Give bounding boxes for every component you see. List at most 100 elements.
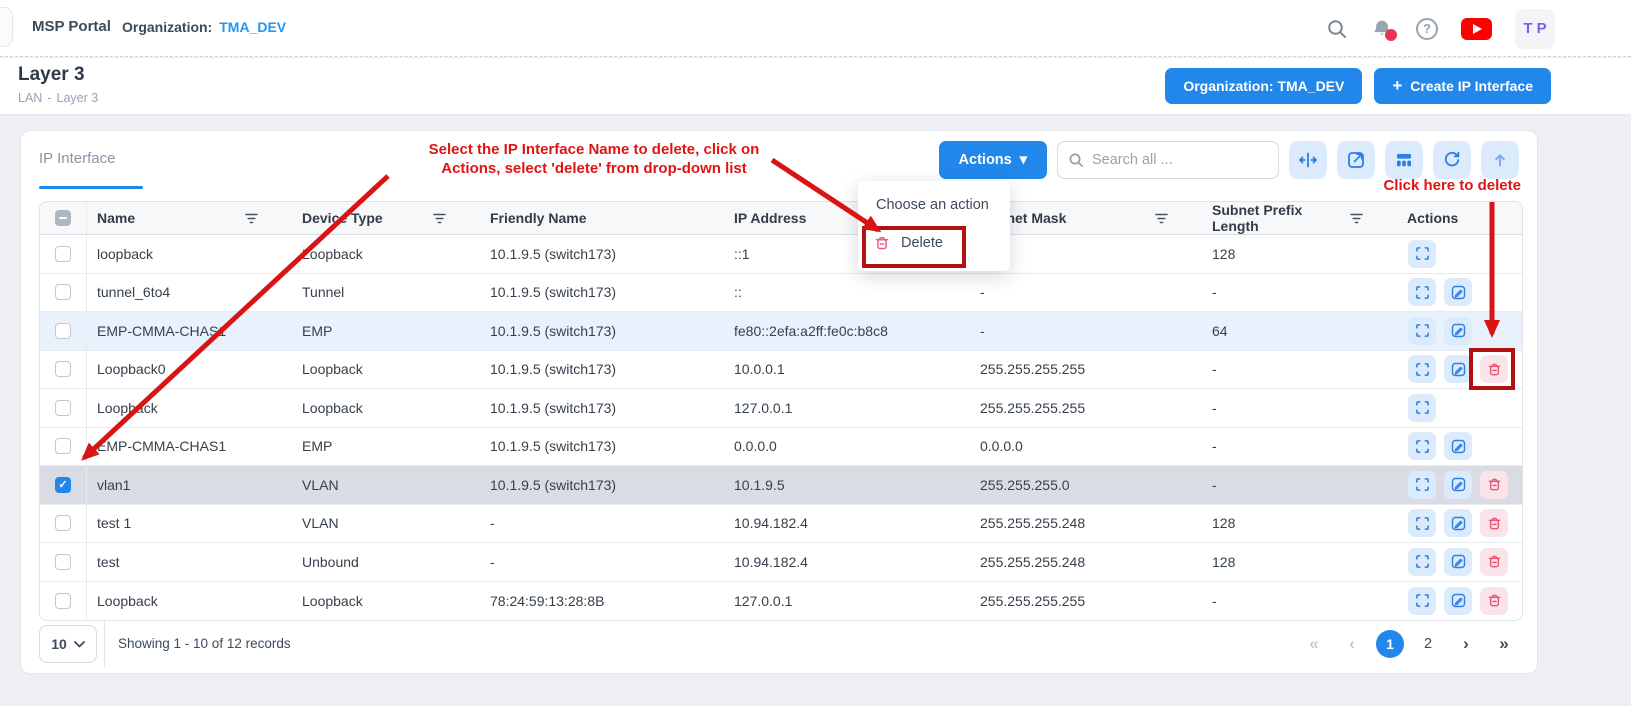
row-ip-address-cell: 10.94.182.4 [724,515,970,531]
table-body: loopback Loopback 10.1.9.5 (switch173) :… [40,235,1522,620]
delete-button[interactable] [1480,548,1508,576]
last-page-button[interactable]: » [1485,630,1523,658]
filter-icon[interactable] [245,213,258,224]
row-device-type-cell: Unbound [292,554,480,570]
row-actions-cell [1397,509,1522,537]
row-checkbox[interactable] [55,554,71,570]
expand-button[interactable] [1408,432,1436,460]
expand-button[interactable] [1408,355,1436,383]
row-select-cell [40,543,87,581]
row-select-cell [40,428,87,466]
export-icon[interactable] [1481,141,1519,179]
edit-button[interactable] [1444,278,1472,306]
table-footer: 10 Showing 1 - 10 of 12 records « ‹ 1 2 … [21,615,1537,673]
youtube-icon[interactable] [1461,18,1492,40]
dropdown-title: Choose an action [876,197,989,213]
expand-icon [1415,554,1430,569]
chevron-down-icon [74,641,85,648]
row-checkbox[interactable] [55,477,71,493]
delete-button[interactable] [1480,471,1508,499]
refresh-icon[interactable] [1433,141,1471,179]
page-size-select[interactable]: 10 [39,625,97,663]
create-ip-interface-button[interactable]: + Create IP Interface [1374,68,1551,104]
next-page-button[interactable]: › [1447,630,1485,658]
expand-button[interactable] [1408,278,1436,306]
actions-button[interactable]: Actions ▾ [939,141,1047,179]
edit-icon [1451,516,1466,531]
filter-icon[interactable] [433,213,446,224]
bell-icon[interactable] [1371,18,1393,40]
prev-page-button[interactable]: ‹ [1333,630,1371,658]
expand-button[interactable] [1408,317,1436,345]
row-checkbox[interactable] [55,361,71,377]
column-resize-icon[interactable] [1289,141,1327,179]
open-in-new-icon[interactable] [1337,141,1375,179]
search-box [1057,141,1279,179]
breadcrumb-separator: - [47,91,51,105]
edit-button[interactable] [1444,471,1472,499]
caret-down-icon: ▾ [1020,152,1027,168]
row-checkbox[interactable] [55,593,71,609]
expand-button[interactable] [1408,471,1436,499]
row-checkbox[interactable] [55,246,71,262]
edit-button[interactable] [1444,317,1472,345]
select-all-checkbox[interactable] [55,210,71,226]
row-device-type-cell: VLAN [292,515,480,531]
edit-button[interactable] [1444,548,1472,576]
edit-button[interactable] [1444,355,1472,383]
expand-button[interactable] [1408,394,1436,422]
expand-button[interactable] [1408,548,1436,576]
tab-active-underline [39,186,143,189]
breadcrumb: LAN-Layer 3 [18,91,103,105]
organization-button[interactable]: Organization: TMA_DEV [1165,68,1362,104]
expand-button[interactable] [1408,587,1436,615]
delete-button[interactable] [1480,509,1508,537]
row-select-cell [40,505,87,543]
avatar[interactable]: T P [1515,9,1555,49]
search-input[interactable] [1092,152,1252,168]
row-friendly-name-cell: 10.1.9.5 (switch173) [480,361,724,377]
row-checkbox[interactable] [55,323,71,339]
filter-icon[interactable] [1155,213,1168,224]
expand-icon [1415,400,1430,415]
page-header: Layer 3 LAN-Layer 3 Organization: TMA_DE… [0,58,1631,114]
sidebar-toggle[interactable] [0,7,13,47]
table-header-row: Name Device Type Friendly Name IP Addres… [40,202,1522,235]
edit-button[interactable] [1444,509,1472,537]
row-device-type-cell: EMP [292,323,480,339]
row-device-type-cell: EMP [292,438,480,454]
filter-icon[interactable] [1350,213,1363,224]
search-icon[interactable] [1326,18,1348,40]
first-page-button[interactable]: « [1295,630,1333,658]
row-checkbox[interactable] [55,515,71,531]
expand-button[interactable] [1408,509,1436,537]
page-2-button[interactable]: 2 [1409,636,1447,652]
topbar-actions: ? T P [1326,0,1555,57]
org-value-link[interactable]: TMA_DEV [219,19,286,35]
footer-divider [104,620,105,668]
row-ip-address-cell: fe80::2efa:a2ff:fe0c:b8c8 [724,323,970,339]
col-header-friendly-name: Friendly Name [480,210,724,226]
row-friendly-name-cell: 10.1.9.5 (switch173) [480,246,724,262]
edit-icon [1451,323,1466,338]
row-checkbox[interactable] [55,400,71,416]
records-summary: Showing 1 - 10 of 12 records [118,636,291,651]
breadcrumb-root[interactable]: LAN [18,91,42,105]
row-checkbox[interactable] [55,438,71,454]
row-subnet-mask-cell: - [970,323,1202,339]
edit-button[interactable] [1444,587,1472,615]
row-subnet-mask-cell: 255.255.255.255 [970,593,1202,609]
edit-button[interactable] [1444,432,1472,460]
help-icon[interactable]: ? [1416,18,1438,40]
delete-button[interactable] [1480,587,1508,615]
table-row: test Unbound - 10.94.182.4 255.255.255.2… [40,543,1522,582]
expand-button[interactable] [1408,240,1436,268]
page-1-button[interactable]: 1 [1376,630,1404,658]
row-checkbox[interactable] [55,284,71,300]
row-subnet-prefix-cell: 128 [1202,246,1397,262]
tab-ip-interface[interactable]: IP Interface [39,150,115,167]
row-subnet-mask-cell: 255.255.255.255 [970,400,1202,416]
edit-icon [1451,362,1466,377]
expand-icon [1415,439,1430,454]
columns-icon[interactable] [1385,141,1423,179]
